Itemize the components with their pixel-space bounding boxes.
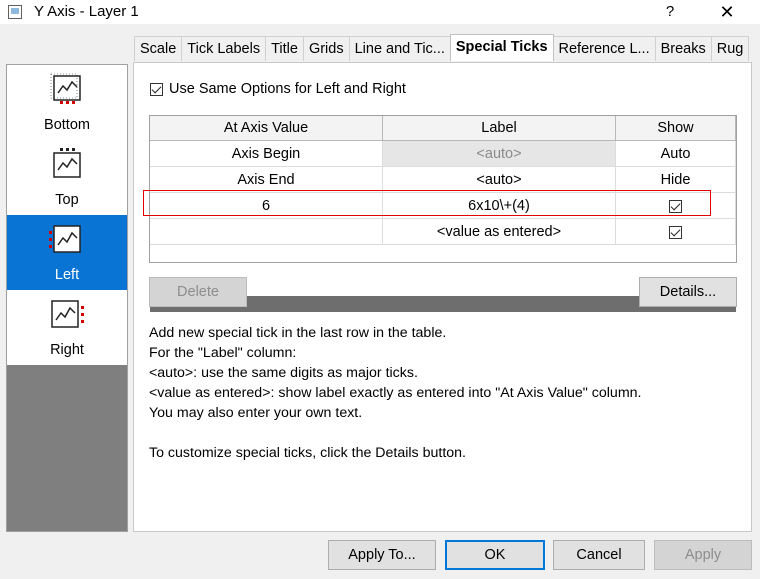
tab-reference-lines[interactable]: Reference L...	[552, 36, 656, 61]
column-header-show[interactable]: Show	[616, 116, 736, 141]
help-line: <value as entered>: show label exactly a…	[149, 385, 642, 401]
help-line: <auto>: use the same digits as major tic…	[149, 365, 418, 381]
axis-icon	[50, 73, 81, 104]
tab-scale[interactable]: Scale	[134, 36, 183, 61]
tab-line-and-ticks[interactable]: Line and Tic...	[348, 36, 451, 61]
help-button[interactable]: ?	[654, 0, 686, 24]
tab-breaks[interactable]: Breaks	[654, 36, 712, 61]
help-text: Add new special tick in the last row in …	[149, 323, 641, 463]
table-cell-value[interactable]: 6	[150, 193, 383, 219]
help-line: To customize special ticks, click the De…	[149, 445, 466, 461]
table-cell-label[interactable]: <auto>	[383, 167, 616, 193]
title-bar: Y Axis - Layer 1 ? ✕	[0, 0, 760, 24]
sidebar-item-bottom[interactable]: Bottom	[7, 65, 127, 140]
sidebar-item-label: Left	[54, 267, 80, 283]
show-checkbox[interactable]	[669, 199, 682, 213]
special-ticks-panel: Use Same Options for Left and Right At A…	[133, 62, 752, 532]
ok-button[interactable]: OK	[445, 540, 545, 570]
help-line: For the "Label" column:	[149, 345, 297, 361]
apply-button[interactable]: Apply	[654, 540, 752, 570]
column-header-label[interactable]: Label	[383, 116, 616, 141]
delete-button[interactable]: Delete	[149, 277, 247, 307]
sidebar-item-label: Right	[50, 342, 84, 358]
sidebar-item-right[interactable]: Right	[7, 290, 127, 365]
help-line: You may also enter your own text.	[149, 405, 363, 421]
tab-grids[interactable]: Grids	[302, 36, 350, 61]
axis-side-list: Bottom Top Left Right	[6, 64, 128, 532]
table-cell-show[interactable]	[616, 219, 736, 245]
axis-icon	[49, 225, 81, 253]
table-cell-value[interactable]: Axis Begin	[150, 141, 383, 167]
tab-strip: Scale Tick Labels Title Grids Line and T…	[134, 34, 750, 62]
sidebar-item-top[interactable]: Top	[7, 140, 127, 215]
column-header-at-axis-value[interactable]: At Axis Value	[150, 116, 383, 141]
help-line: Add new special tick in the last row in …	[149, 325, 447, 341]
show-checkbox[interactable]	[669, 225, 682, 239]
table-cell-show[interactable]: Auto	[616, 141, 736, 167]
details-button[interactable]: Details...	[639, 277, 737, 307]
window-title: Y Axis - Layer 1	[34, 3, 139, 20]
apply-to-button[interactable]: Apply To...	[328, 540, 436, 570]
table-cell-label[interactable]: <value as entered>	[383, 219, 616, 245]
sidebar-item-label: Bottom	[44, 117, 90, 133]
table-cell-label[interactable]: 6x10\+(4)	[383, 193, 616, 219]
table-cell-show[interactable]: Hide	[616, 167, 736, 193]
sidebar-item-label: Top	[55, 192, 79, 208]
axis-icon	[53, 148, 81, 178]
table-cell-show[interactable]	[616, 193, 736, 219]
checkbox-icon[interactable]	[150, 82, 163, 96]
tab-tick-labels[interactable]: Tick Labels	[181, 36, 267, 61]
same-options-checkbox[interactable]: Use Same Options for Left and Right	[150, 81, 406, 97]
close-button[interactable]: ✕	[710, 0, 744, 24]
table-cell-value[interactable]: Axis End	[150, 167, 383, 193]
table-cell-value[interactable]	[150, 219, 383, 245]
sidebar-item-left[interactable]: Left	[7, 215, 127, 290]
tab-rug[interactable]: Rug	[710, 36, 750, 61]
cancel-button[interactable]: Cancel	[553, 540, 645, 570]
same-options-label: Use Same Options for Left and Right	[169, 81, 406, 97]
help-line	[149, 423, 641, 443]
table-cell-label[interactable]: <auto>	[383, 141, 616, 167]
axis-icon	[51, 300, 84, 328]
tab-title[interactable]: Title	[265, 36, 304, 61]
window-icon	[8, 5, 22, 19]
special-ticks-table: At Axis Value Label Show Axis Begin <aut…	[149, 115, 737, 312]
tab-special-ticks[interactable]: Special Ticks	[449, 34, 554, 61]
